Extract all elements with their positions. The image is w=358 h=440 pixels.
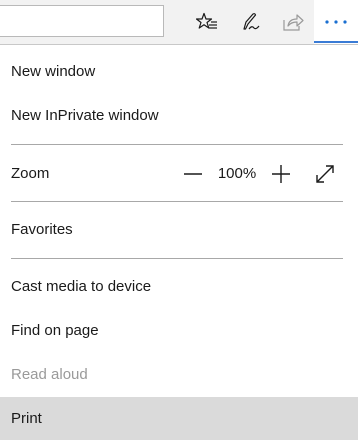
favorites-star-icon	[196, 12, 217, 29]
pen-icon	[243, 13, 260, 30]
menu-item-label: New InPrivate window	[11, 107, 159, 124]
more-button-active-indicator	[314, 41, 358, 43]
zoom-level-value: 100%	[217, 165, 257, 182]
more-dots-icon	[325, 20, 347, 24]
menu-item-read-aloud: Read aloud	[0, 360, 358, 390]
web-note-button[interactable]	[234, 6, 268, 38]
menu-item-label: Print	[11, 410, 42, 427]
favorites-button[interactable]	[190, 6, 224, 38]
share-icon	[283, 14, 304, 31]
menu-item-label: Favorites	[11, 221, 73, 238]
zoom-label: Zoom	[11, 165, 50, 182]
plus-icon	[272, 165, 290, 183]
menu-separator	[11, 144, 343, 145]
menu-item-zoom: Zoom 100%	[0, 159, 358, 189]
menu-separator	[11, 201, 343, 202]
menu-item-favorites[interactable]: Favorites	[0, 215, 358, 245]
menu-item-label: New window	[11, 63, 96, 80]
zoom-in-button[interactable]	[268, 162, 294, 186]
zoom-out-button[interactable]	[180, 162, 206, 186]
address-bar-input[interactable]	[0, 5, 164, 37]
menu-item-cast-media[interactable]: Cast media to device	[0, 272, 358, 302]
more-actions-button[interactable]	[314, 0, 358, 44]
menu-item-new-window[interactable]: New window	[0, 57, 358, 87]
share-button[interactable]	[276, 6, 310, 38]
minus-icon	[184, 173, 202, 175]
menu-item-new-inprivate-window[interactable]: New InPrivate window	[0, 101, 358, 131]
menu-item-label: Cast media to device	[11, 278, 152, 295]
fullscreen-button[interactable]	[312, 162, 338, 186]
fullscreen-expand-icon	[316, 165, 334, 183]
browser-toolbar	[0, 0, 358, 44]
more-actions-menu: New window New InPrivate window Zoom 100…	[0, 45, 358, 440]
menu-item-find-on-page[interactable]: Find on page	[0, 316, 358, 346]
menu-item-label: Read aloud	[11, 366, 88, 383]
menu-item-label: Find on page	[11, 322, 99, 339]
menu-item-print[interactable]: Print	[0, 404, 358, 434]
menu-separator	[11, 258, 343, 259]
